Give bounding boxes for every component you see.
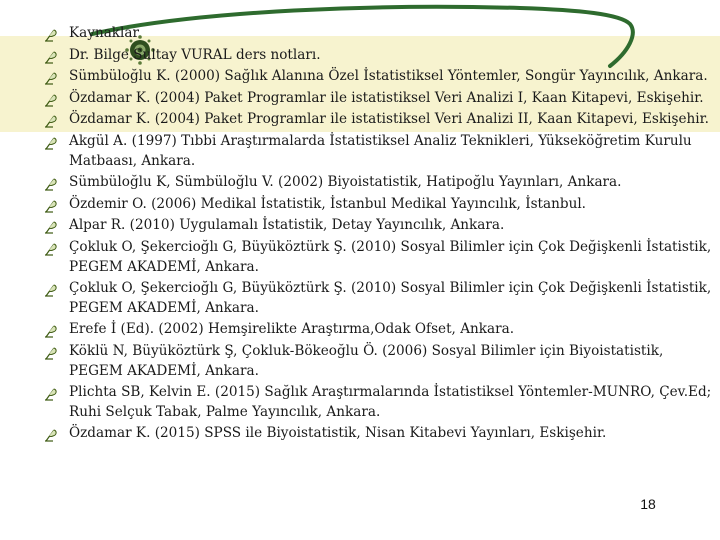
reference-text: Dr. Bilge Sultay VURAL ders notları. <box>69 46 321 63</box>
reference-item: Özdamar K. (2004) Paket Programlar ile i… <box>44 89 716 109</box>
reference-item: Özdamar K. (2004) Paket Programlar ile i… <box>44 110 716 130</box>
reference-text: Özdamar K. (2015) SPSS ile Biyoistatisti… <box>69 425 607 442</box>
reference-item: Çokluk O, Şekercioğlı G, Büyüköztürk Ş. … <box>44 279 716 318</box>
reference-text: Özdemir O. (2006) Medikal İstatistik, İs… <box>69 195 586 212</box>
leaf-pen-icon <box>45 221 57 234</box>
slide: Kaynaklar Dr. Bilge Sultay VURAL ders not… <box>0 0 720 540</box>
reference-item: Özdemir O. (2006) Medikal İstatistik, İs… <box>44 195 716 215</box>
leaf-pen-icon <box>45 29 57 42</box>
leaf-pen-icon <box>45 325 57 338</box>
leaf-pen-icon <box>45 347 57 360</box>
reference-list: Kaynaklar Dr. Bilge Sultay VURAL ders not… <box>44 24 716 446</box>
leaf-pen-icon <box>45 200 57 213</box>
reference-item: Plichta SB, Kelvin E. (2015) Sağlık Araş… <box>44 383 716 422</box>
reference-text: Sümbüloğlu K, Sümbüloğlu V. (2002) Biyoi… <box>69 174 622 191</box>
leaf-pen-icon <box>45 72 57 85</box>
references-heading: Kaynaklar <box>44 24 716 44</box>
reference-item: Erefe İ (Ed). (2002) Hemşirelikte Araştı… <box>44 320 716 340</box>
reference-item: Çokluk O, Şekercioğlı G, Büyüköztürk Ş. … <box>44 238 716 277</box>
leaf-pen-icon <box>45 94 57 107</box>
leaf-pen-icon <box>45 178 57 191</box>
reference-text: Alpar R. (2010) Uygulamalı İstatistik, D… <box>69 217 505 234</box>
reference-item: Alpar R. (2010) Uygulamalı İstatistik, D… <box>44 216 716 236</box>
reference-item: Sümbüloğlu K. (2000) Sağlık Alanına Özel… <box>44 67 716 87</box>
leaf-pen-icon <box>45 115 57 128</box>
reference-item: Dr. Bilge Sultay VURAL ders notları. <box>44 46 716 66</box>
reference-text: Plichta SB, Kelvin E. (2015) Sağlık Araş… <box>69 384 712 420</box>
leaf-pen-icon <box>45 137 57 150</box>
leaf-pen-icon <box>45 243 57 256</box>
reference-text: Köklü N, Büyüköztürk Ş, Çokluk-Bökeoğlu … <box>69 342 664 379</box>
reference-item: Özdamar K. (2015) SPSS ile Biyoistatisti… <box>44 424 716 444</box>
leaf-pen-icon <box>45 284 57 297</box>
reference-text: Özdamar K. (2004) Paket Programlar ile i… <box>69 111 709 128</box>
reference-item: Köklü N, Büyüköztürk Ş, Çokluk-Bökeoğlu … <box>44 342 716 381</box>
leaf-pen-icon <box>45 388 57 401</box>
reference-text: Özdamar K. (2004) Paket Programlar ile i… <box>69 89 704 106</box>
reference-item: Sümbüloğlu K, Sümbüloğlu V. (2002) Biyoi… <box>44 173 716 193</box>
reference-text: Sümbüloğlu K. (2000) Sağlık Alanına Özel… <box>69 68 708 85</box>
reference-item: Akgül A. (1997) Tıbbi Araştırmalarda İst… <box>44 132 716 171</box>
reference-text: Erefe İ (Ed). (2002) Hemşirelikte Araştı… <box>69 321 515 338</box>
leaf-pen-icon <box>45 51 57 64</box>
reference-text: Çokluk O, Şekercioğlı G, Büyüköztürk Ş. … <box>69 238 712 275</box>
reference-text: Kaynaklar <box>69 25 139 41</box>
leaf-pen-icon <box>45 429 57 442</box>
reference-text: Akgül A. (1997) Tıbbi Araştırmalarda İst… <box>69 132 692 169</box>
reference-text: Çokluk O, Şekercioğlı G, Büyüköztürk Ş. … <box>69 280 712 316</box>
page-number: 18 <box>640 496 656 512</box>
